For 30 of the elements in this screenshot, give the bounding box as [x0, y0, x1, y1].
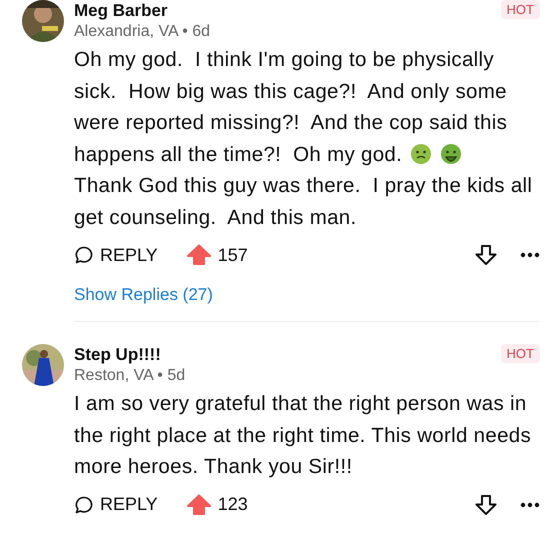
sick-face-icon	[440, 143, 462, 166]
show-replies-link[interactable]: Show Replies (27)	[74, 285, 213, 305]
more-options-icon[interactable]	[520, 252, 540, 258]
upvote-icon[interactable]	[186, 244, 212, 266]
downvote-icon[interactable]	[474, 492, 498, 516]
comment-meta: Reston, VA • 5d	[74, 366, 186, 386]
author-name[interactable]: Step Up!!!!	[74, 344, 161, 366]
more-options-icon[interactable]	[520, 502, 540, 508]
comment-text: I am so very grateful that the right person was in	[74, 391, 527, 417]
downvote-icon[interactable]	[474, 243, 498, 267]
hot-badge: HOT	[500, 0, 540, 19]
vote-count: 123	[218, 494, 248, 515]
speech-bubble-icon	[74, 245, 94, 265]
reply-button[interactable]: REPLY	[74, 244, 158, 266]
comment-text: sick. How big was this cage?! And only some	[74, 78, 507, 104]
comment-text: were reported missing?! And the cop said this	[74, 110, 508, 136]
comment-text: more heroes. Thank you Sir!!!	[74, 454, 352, 480]
sick-face-icon	[410, 143, 432, 166]
vote-count: 157	[218, 244, 248, 266]
comment-text: happens all the time?! Oh my god.	[74, 142, 402, 168]
upvote-icon[interactable]	[186, 494, 212, 516]
hot-badge: HOT	[500, 344, 540, 363]
reply-button[interactable]: REPLY	[74, 494, 158, 515]
comment-text: the right place at the right time. This world needs	[74, 422, 532, 448]
comment-meta: Alexandria, VA • 6d	[74, 22, 212, 42]
comment-text: Thank God this guy was there. I pray the kids all	[74, 173, 532, 199]
author-name[interactable]: Meg Barber	[74, 0, 168, 22]
comment-text: Oh my god. I think I'm going to be physically	[74, 47, 494, 73]
speech-bubble-icon	[74, 494, 94, 514]
comment-text: get counseling. And this man.	[74, 204, 357, 230]
